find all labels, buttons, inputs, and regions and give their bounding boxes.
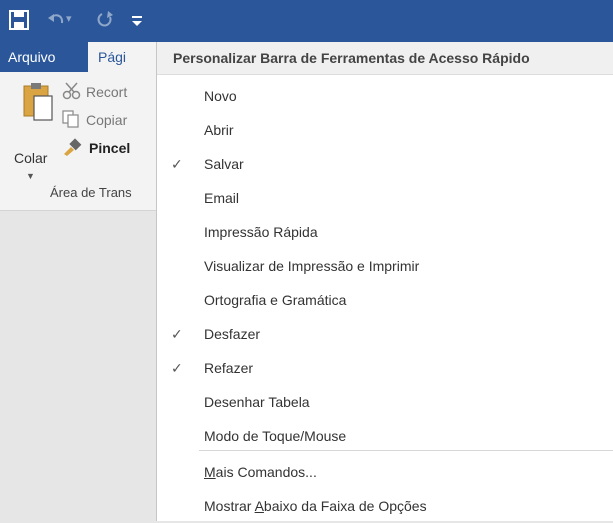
check-icon: ✓ xyxy=(171,156,183,172)
undo-icon[interactable] xyxy=(46,10,66,30)
menu-item-refazer[interactable]: ✓ Refazer xyxy=(157,351,613,385)
quick-access-toolbar: ▾ xyxy=(0,0,613,42)
redo-icon[interactable] xyxy=(94,9,116,31)
copy-icon[interactable] xyxy=(62,110,80,128)
copy-label[interactable]: Copiar xyxy=(86,112,127,128)
cut-icon[interactable] xyxy=(62,82,82,100)
ribbon-clipboard-group: Colar ▼ Recort Copiar Pincel Área de Tra… xyxy=(0,72,156,211)
menu-item-label: Email xyxy=(204,190,240,206)
menu-item-visualizar-impressao[interactable]: Visualizar de Impressão e Imprimir xyxy=(157,249,613,283)
menu-item-mostrar-abaixo[interactable]: Mostrar Abaixo da Faixa de Opções xyxy=(157,489,613,523)
menu-item-label: Visualizar de Impressão e Imprimir xyxy=(204,258,420,274)
menu-item-impressao-rapida[interactable]: Impressão Rápida xyxy=(157,215,613,249)
menu-title: Personalizar Barra de Ferramentas de Ace… xyxy=(157,42,613,75)
check-icon: ✓ xyxy=(171,360,183,376)
menu-item-label: Ortografia e Gramática xyxy=(204,292,347,308)
save-icon[interactable] xyxy=(8,9,30,31)
paste-dropdown-icon[interactable]: ▼ xyxy=(26,171,35,181)
clipboard-group-label: Área de Trans xyxy=(50,185,132,200)
menu-item-salvar[interactable]: ✓ Salvar xyxy=(157,147,613,181)
menu-item-novo[interactable]: Novo xyxy=(157,79,613,113)
menu-divider xyxy=(199,450,613,451)
undo-dropdown-icon[interactable]: ▾ xyxy=(66,12,72,25)
menu-item-label: Mostrar Abaixo da Faixa de Opções xyxy=(204,498,427,514)
menu-item-label: Abrir xyxy=(204,122,234,138)
menu-item-label: Salvar xyxy=(204,156,244,172)
menu-item-email[interactable]: Email xyxy=(157,181,613,215)
customize-qat-icon[interactable] xyxy=(130,10,144,32)
menu-item-mais-comandos[interactable]: Mais Comandos... xyxy=(157,455,613,489)
menu-item-desfazer[interactable]: ✓ Desfazer xyxy=(157,317,613,351)
menu-item-label: Refazer xyxy=(204,360,254,376)
check-icon: ✓ xyxy=(171,326,183,342)
paste-label[interactable]: Colar xyxy=(14,150,47,166)
format-painter-label[interactable]: Pincel xyxy=(89,140,130,156)
menu-item-abrir[interactable]: Abrir xyxy=(157,113,613,147)
menu-item-desenhar-tabela[interactable]: Desenhar Tabela xyxy=(157,385,613,419)
customize-qat-menu: Personalizar Barra de Ferramentas de Ace… xyxy=(156,42,613,521)
format-painter-icon[interactable] xyxy=(62,138,82,156)
paste-clipboard-icon[interactable] xyxy=(22,82,54,122)
menu-item-ortografia[interactable]: Ortografia e Gramática xyxy=(157,283,613,317)
menu-item-label: Modo de Toque/Mouse xyxy=(204,428,347,444)
tab-pagina-inicial[interactable]: Pági xyxy=(88,42,156,72)
menu-item-label: Desenhar Tabela xyxy=(204,394,310,410)
tab-arquivo[interactable]: Arquivo xyxy=(0,42,88,72)
menu-item-label: Impressão Rápida xyxy=(204,224,318,240)
cut-label[interactable]: Recort xyxy=(86,84,127,100)
menu-item-label: Novo xyxy=(204,88,237,104)
menu-item-modo-toque[interactable]: Modo de Toque/Mouse xyxy=(157,419,613,453)
menu-item-label: Desfazer xyxy=(204,326,261,342)
menu-item-label: Mais Comandos... xyxy=(204,464,317,480)
ribbon-tabs: Arquivo Pági xyxy=(0,42,156,72)
